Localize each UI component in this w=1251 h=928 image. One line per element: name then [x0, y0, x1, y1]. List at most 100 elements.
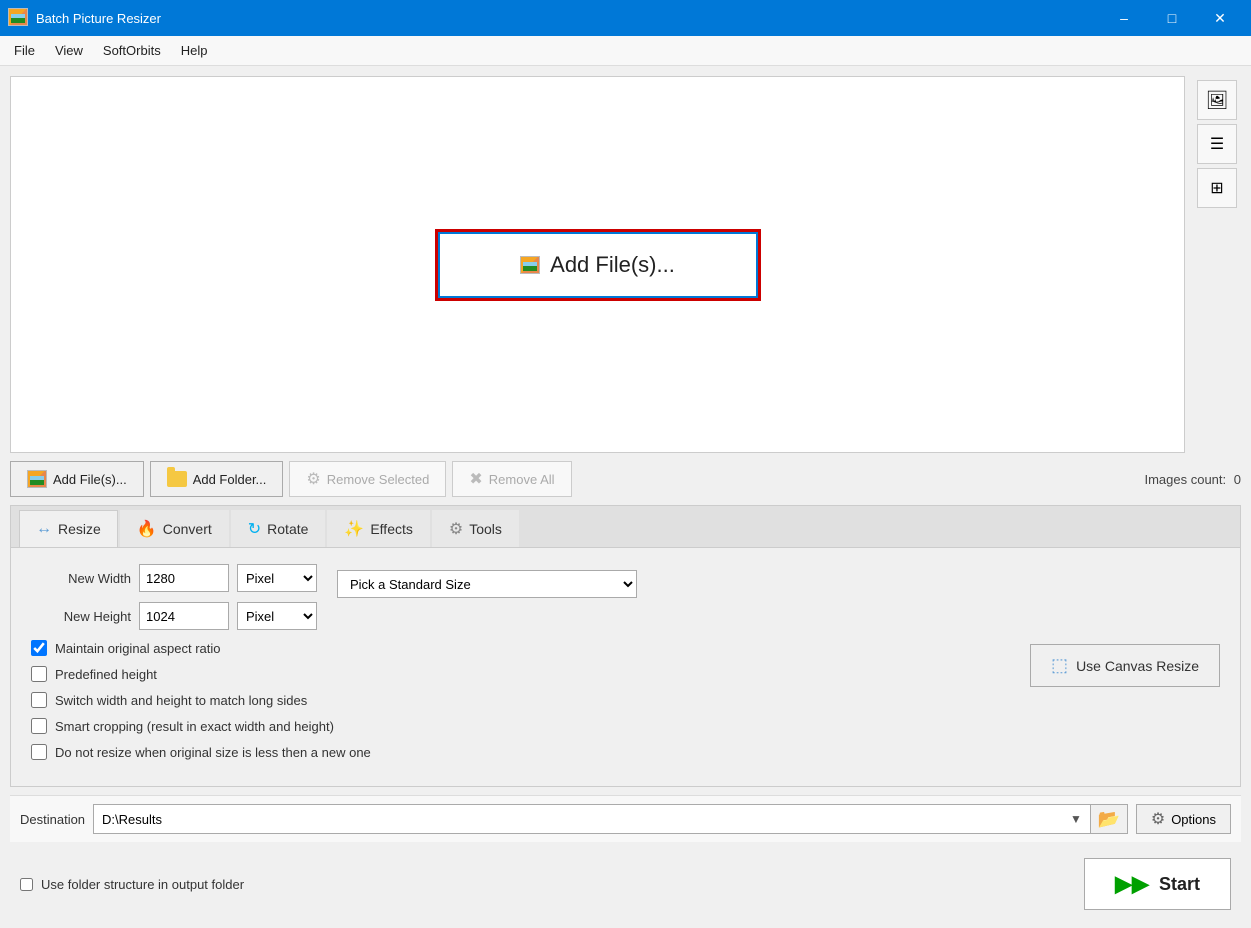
file-list-panel: Add File(s)... [10, 76, 1185, 453]
start-button[interactable]: ▶▶ Start [1084, 858, 1231, 910]
window-controls: – □ ✕ [1101, 0, 1243, 36]
new-height-unit-select[interactable]: Pixel Percent cm inch [237, 602, 317, 630]
destination-label: Destination [20, 812, 85, 827]
sidebar-icons: 🖼 ☰ ⊞ [1193, 76, 1241, 453]
gear-icon: ⚙ [1151, 809, 1165, 829]
view-grid-button[interactable]: ⊞ [1197, 168, 1237, 208]
folder-structure-label: Use folder structure in output folder [41, 877, 244, 892]
view-thumbnails-button[interactable]: 🖼 [1197, 80, 1237, 120]
remove-all-button: ✖ Remove All [452, 461, 571, 497]
app-title: Batch Picture Resizer [36, 11, 1101, 26]
add-files-big-label: Add File(s)... [550, 252, 675, 278]
smart-crop-row: Smart cropping (result in exact width an… [31, 718, 990, 734]
tab-tools[interactable]: ⚙ Tools [432, 510, 519, 547]
start-arrow-icon: ▶▶ [1115, 871, 1149, 897]
menu-softorbits[interactable]: SoftOrbits [93, 39, 171, 62]
add-folder-icon [167, 471, 187, 487]
bottom-toolbar: Add File(s)... Add Folder... ⚙ Remove Se… [10, 461, 1241, 497]
new-height-label: New Height [31, 609, 131, 624]
maintain-aspect-label: Maintain original aspect ratio [55, 641, 220, 656]
remove-all-label: Remove All [489, 472, 555, 487]
thumbnails-icon: 🖼 [1206, 90, 1229, 111]
new-width-row: New Width Pixel Percent cm inch [31, 564, 317, 592]
destination-bar: Destination ▼ 📂 ⚙ Options [10, 795, 1241, 842]
predefined-height-checkbox[interactable] [31, 666, 47, 682]
open-folder-icon: 📂 [1098, 809, 1120, 830]
menu-file[interactable]: File [4, 39, 45, 62]
tab-effects[interactable]: ✨ Effects [327, 510, 429, 547]
list-icon: ☰ [1210, 134, 1224, 154]
tab-resize-label: Resize [58, 521, 101, 537]
new-width-unit-select[interactable]: Pixel Percent cm inch [237, 564, 317, 592]
canvas-resize-label: Use Canvas Resize [1076, 658, 1199, 674]
tabs-panel: ↔ Resize 🔥 Convert ↻ Rotate ✨ Effects ⚙ … [10, 505, 1241, 787]
main-area: Add File(s)... 🖼 ☰ ⊞ Add File(s)... Add … [0, 66, 1251, 928]
no-resize-row: Do not resize when original size is less… [31, 744, 990, 760]
predefined-height-label: Predefined height [55, 667, 157, 682]
add-files-big-button[interactable]: Add File(s)... [438, 232, 758, 298]
left-form: New Width Pixel Percent cm inch New Heig… [31, 564, 317, 640]
maximize-button[interactable]: □ [1149, 0, 1195, 36]
tab-rotate[interactable]: ↻ Rotate [231, 510, 326, 547]
tab-tools-label: Tools [469, 521, 502, 537]
app-icon [8, 8, 28, 28]
file-area: Add File(s)... 🖼 ☰ ⊞ [10, 76, 1241, 453]
predefined-height-row: Predefined height [31, 666, 990, 682]
start-area: Use folder structure in output folder ▶▶… [10, 850, 1241, 918]
new-height-input[interactable] [139, 602, 229, 630]
add-files-label: Add File(s)... [53, 472, 127, 487]
images-count: Images count: 0 [1144, 472, 1241, 487]
checkboxes-col: Maintain original aspect ratio Predefine… [31, 640, 990, 770]
no-resize-checkbox[interactable] [31, 744, 47, 760]
switch-sides-label: Switch width and height to match long si… [55, 693, 307, 708]
titlebar: Batch Picture Resizer – □ ✕ [0, 0, 1251, 36]
menubar: File View SoftOrbits Help [0, 36, 1251, 66]
options-button[interactable]: ⚙ Options [1136, 804, 1231, 834]
folder-structure-row: Use folder structure in output folder [20, 877, 1076, 892]
smart-crop-checkbox[interactable] [31, 718, 47, 734]
folder-structure-checkbox[interactable] [20, 878, 33, 891]
close-button[interactable]: ✕ [1197, 0, 1243, 36]
resize-icon: ↔ [36, 520, 52, 538]
tab-convert[interactable]: 🔥 Convert [120, 510, 229, 547]
new-width-label: New Width [31, 571, 131, 586]
menu-help[interactable]: Help [171, 39, 218, 62]
canvas-resize-icon: ⬚ [1051, 655, 1068, 676]
remove-selected-icon: ⚙ [306, 469, 320, 489]
options-label: Options [1171, 812, 1216, 827]
menu-view[interactable]: View [45, 39, 93, 62]
tab-effects-label: Effects [370, 521, 413, 537]
add-folder-label: Add Folder... [193, 472, 267, 487]
add-files-button[interactable]: Add File(s)... [10, 461, 144, 497]
destination-input[interactable] [93, 804, 1092, 834]
new-height-row: New Height Pixel Percent cm inch [31, 602, 317, 630]
new-width-input[interactable] [139, 564, 229, 592]
tab-rotate-label: Rotate [267, 521, 308, 537]
add-files-big-icon [520, 256, 540, 274]
standard-size-select[interactable]: Pick a Standard Size [337, 570, 637, 598]
smart-crop-label: Smart cropping (result in exact width an… [55, 719, 334, 734]
switch-sides-row: Switch width and height to match long si… [31, 692, 990, 708]
add-files-icon [27, 470, 47, 488]
browse-destination-button[interactable]: 📂 [1090, 804, 1128, 834]
maintain-aspect-row: Maintain original aspect ratio [31, 640, 990, 656]
size-inputs-area: New Width Pixel Percent cm inch New Heig… [31, 564, 1220, 640]
remove-selected-label: Remove Selected [327, 472, 430, 487]
canvas-resize-col: ⬚ Use Canvas Resize [1030, 640, 1220, 687]
right-form: Pick a Standard Size [337, 564, 1220, 598]
switch-sides-checkbox[interactable] [31, 692, 47, 708]
destination-dropdown-icon: ▼ [1070, 812, 1082, 826]
no-resize-label: Do not resize when original size is less… [55, 745, 371, 760]
canvas-resize-button[interactable]: ⬚ Use Canvas Resize [1030, 644, 1220, 687]
rotate-icon: ↻ [248, 519, 261, 539]
tabs-header: ↔ Resize 🔥 Convert ↻ Rotate ✨ Effects ⚙ … [11, 506, 1240, 548]
minimize-button[interactable]: – [1101, 0, 1147, 36]
start-label: Start [1159, 874, 1200, 895]
tools-icon: ⚙ [449, 519, 463, 539]
tab-resize[interactable]: ↔ Resize [19, 510, 118, 547]
maintain-aspect-checkbox[interactable] [31, 640, 47, 656]
add-folder-button[interactable]: Add Folder... [150, 461, 284, 497]
resize-tab-content: New Width Pixel Percent cm inch New Heig… [11, 548, 1240, 786]
view-list-button[interactable]: ☰ [1197, 124, 1237, 164]
tab-convert-label: Convert [163, 521, 212, 537]
